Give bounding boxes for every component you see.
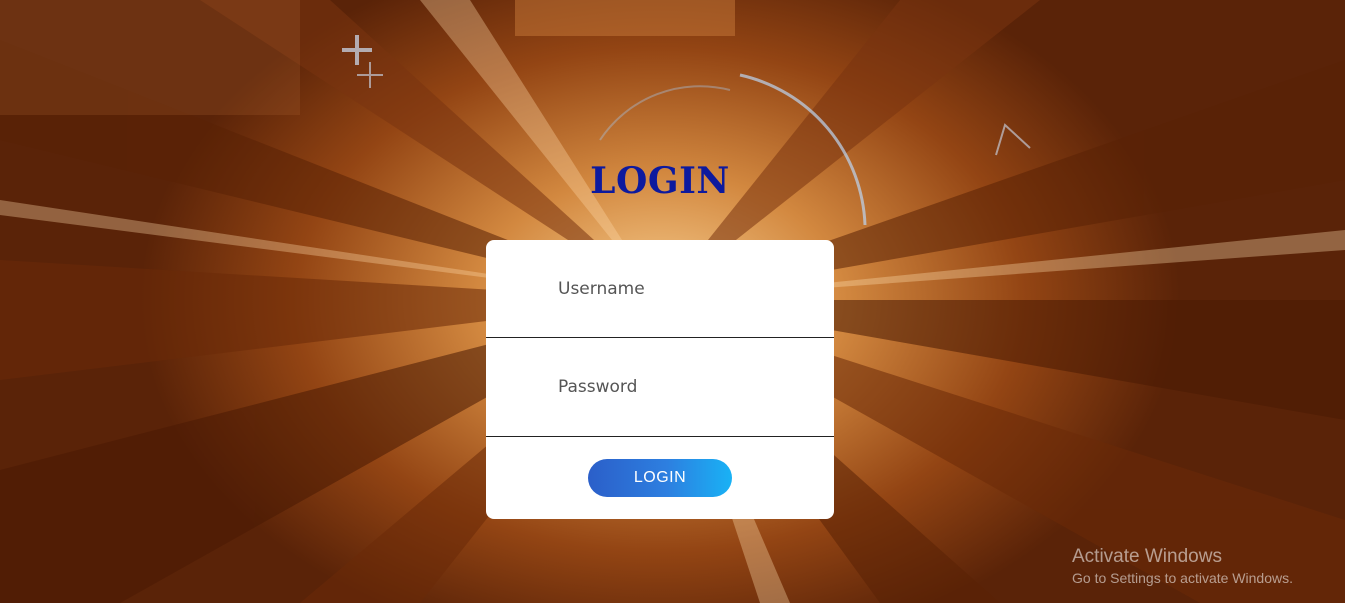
username-row <box>486 240 834 338</box>
watermark-subtitle: Go to Settings to activate Windows. <box>1072 570 1293 586</box>
watermark-title: Activate Windows <box>1072 546 1222 567</box>
username-input[interactable] <box>558 276 808 302</box>
password-row <box>486 338 834 437</box>
password-input[interactable] <box>558 374 808 400</box>
login-button[interactable]: LOGIN <box>588 459 732 497</box>
login-form: LOGIN <box>486 240 834 519</box>
activate-windows-watermark: Activate Windows Go to Settings to activ… <box>1072 546 1293 588</box>
page-title: LOGIN <box>590 160 730 202</box>
